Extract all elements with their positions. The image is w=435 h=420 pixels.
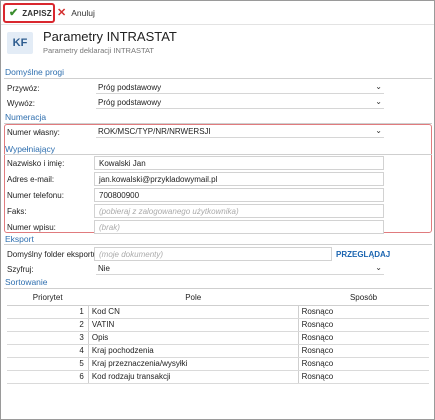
- fax-label: Faks:: [7, 207, 27, 216]
- fax-field[interactable]: (pobieraj z zalogowanego użytkownika): [94, 204, 384, 218]
- priority-cell: 2: [7, 318, 89, 332]
- cancel-button[interactable]: ✕ Anuluj: [57, 5, 95, 21]
- method-cell: Rosnąco: [297, 318, 429, 332]
- priority-cell: 3: [7, 331, 89, 345]
- export-threshold-value: Próg podstawowy: [98, 98, 162, 107]
- entry-number-label: Numer wpisu:: [7, 223, 56, 232]
- table-row[interactable]: 1 Kod CN Rosnąco: [7, 305, 429, 319]
- import-threshold-select[interactable]: Próg podstawowy ⌄: [96, 82, 384, 94]
- method-cell: Rosnąco: [297, 370, 429, 384]
- method-cell: Rosnąco: [297, 331, 429, 345]
- section-title-filler: Wypełniający: [5, 144, 55, 154]
- table-row[interactable]: 2 VATIN Rosnąco: [7, 318, 429, 332]
- chevron-down-icon: ⌄: [375, 82, 382, 91]
- export-threshold-select[interactable]: Próg podstawowy ⌄: [96, 97, 384, 109]
- page-subtitle: Parametry deklaracji INTRASTAT: [43, 46, 154, 55]
- field-cell: Kraj przeznaczenia/wysyłki: [87, 357, 299, 371]
- save-button[interactable]: ✔ ZAPISZ: [3, 3, 55, 23]
- toolbar: ✔ ZAPISZ ✕ Anuluj: [1, 1, 434, 25]
- phone-field[interactable]: 700800900: [94, 188, 384, 202]
- method-cell: Rosnąco: [297, 305, 429, 319]
- priority-cell: 4: [7, 344, 89, 358]
- encrypt-label: Szyfruj:: [7, 265, 34, 274]
- field-cell: Kod rodzaju transakcji: [87, 370, 299, 384]
- cancel-button-label: Anuluj: [71, 8, 95, 18]
- section-title-defaults: Domyślne progi: [5, 67, 65, 77]
- section-divider: [4, 244, 432, 245]
- page-title: Parametry INTRASTAT: [43, 29, 177, 44]
- import-label: Przywóz:: [7, 84, 40, 93]
- save-button-label: ZAPISZ: [22, 8, 52, 18]
- field-cell: Opis: [87, 331, 299, 345]
- priority-cell: 1: [7, 305, 89, 319]
- import-threshold-value: Próg podstawowy: [98, 83, 162, 92]
- field-cell: VATIN: [87, 318, 299, 332]
- table-row[interactable]: 5 Kraj przeznaczenia/wysyłki Rosnąco: [7, 357, 429, 371]
- section-title-sorting: Sortowanie: [5, 277, 48, 287]
- priority-cell: 6: [7, 370, 89, 384]
- encrypt-value: Nie: [98, 264, 111, 273]
- column-header-priority[interactable]: Priorytet: [7, 291, 89, 306]
- export-folder-label: Domyślny folder eksportu:: [7, 250, 100, 259]
- export-folder-field[interactable]: (moje dokumenty): [94, 247, 332, 261]
- table-row[interactable]: 3 Opis Rosnąco: [7, 331, 429, 345]
- table-row[interactable]: 4 Kraj pochodzenia Rosnąco: [7, 344, 429, 358]
- browse-button[interactable]: PRZEGLĄDAJ: [336, 250, 390, 259]
- column-header-method[interactable]: Sposób: [298, 291, 429, 306]
- section-divider: [4, 288, 432, 289]
- column-header-field[interactable]: Pole: [88, 291, 299, 306]
- section-divider: [4, 78, 432, 79]
- email-label: Adres e-mail:: [7, 175, 55, 184]
- module-logo: KF: [7, 32, 33, 54]
- email-field[interactable]: jan.kowalski@przykladowymail.pl: [94, 172, 384, 186]
- checkmark-icon: ✔: [9, 6, 19, 19]
- method-cell: Rosnąco: [297, 344, 429, 358]
- phone-label: Numer telefonu:: [7, 191, 64, 200]
- table-header-row: Priorytet Pole Sposób: [7, 291, 429, 306]
- close-icon: ✕: [57, 6, 67, 19]
- method-cell: Rosnąco: [297, 357, 429, 371]
- chevron-down-icon: ⌄: [375, 263, 382, 272]
- field-cell: Kod CN: [87, 305, 299, 319]
- entry-number-field[interactable]: (brak): [94, 220, 384, 234]
- encrypt-select[interactable]: Nie ⌄: [96, 263, 384, 275]
- section-title-export: Eksport: [5, 234, 34, 244]
- chevron-down-icon: ⌄: [375, 97, 382, 106]
- table-row[interactable]: 6 Kod rodzaju transakcji Rosnąco: [7, 370, 429, 384]
- export-label: Wywóz:: [7, 99, 35, 108]
- sorting-table: Priorytet Pole Sposób 1 Kod CN Rosnąco 2…: [7, 291, 429, 384]
- name-field[interactable]: Kowalski Jan: [94, 156, 384, 170]
- section-divider: [4, 154, 432, 155]
- section-title-numbering: Numeracja: [5, 112, 47, 122]
- name-label: Nazwisko i imię:: [7, 159, 65, 168]
- priority-cell: 5: [7, 357, 89, 371]
- field-cell: Kraj pochodzenia: [87, 344, 299, 358]
